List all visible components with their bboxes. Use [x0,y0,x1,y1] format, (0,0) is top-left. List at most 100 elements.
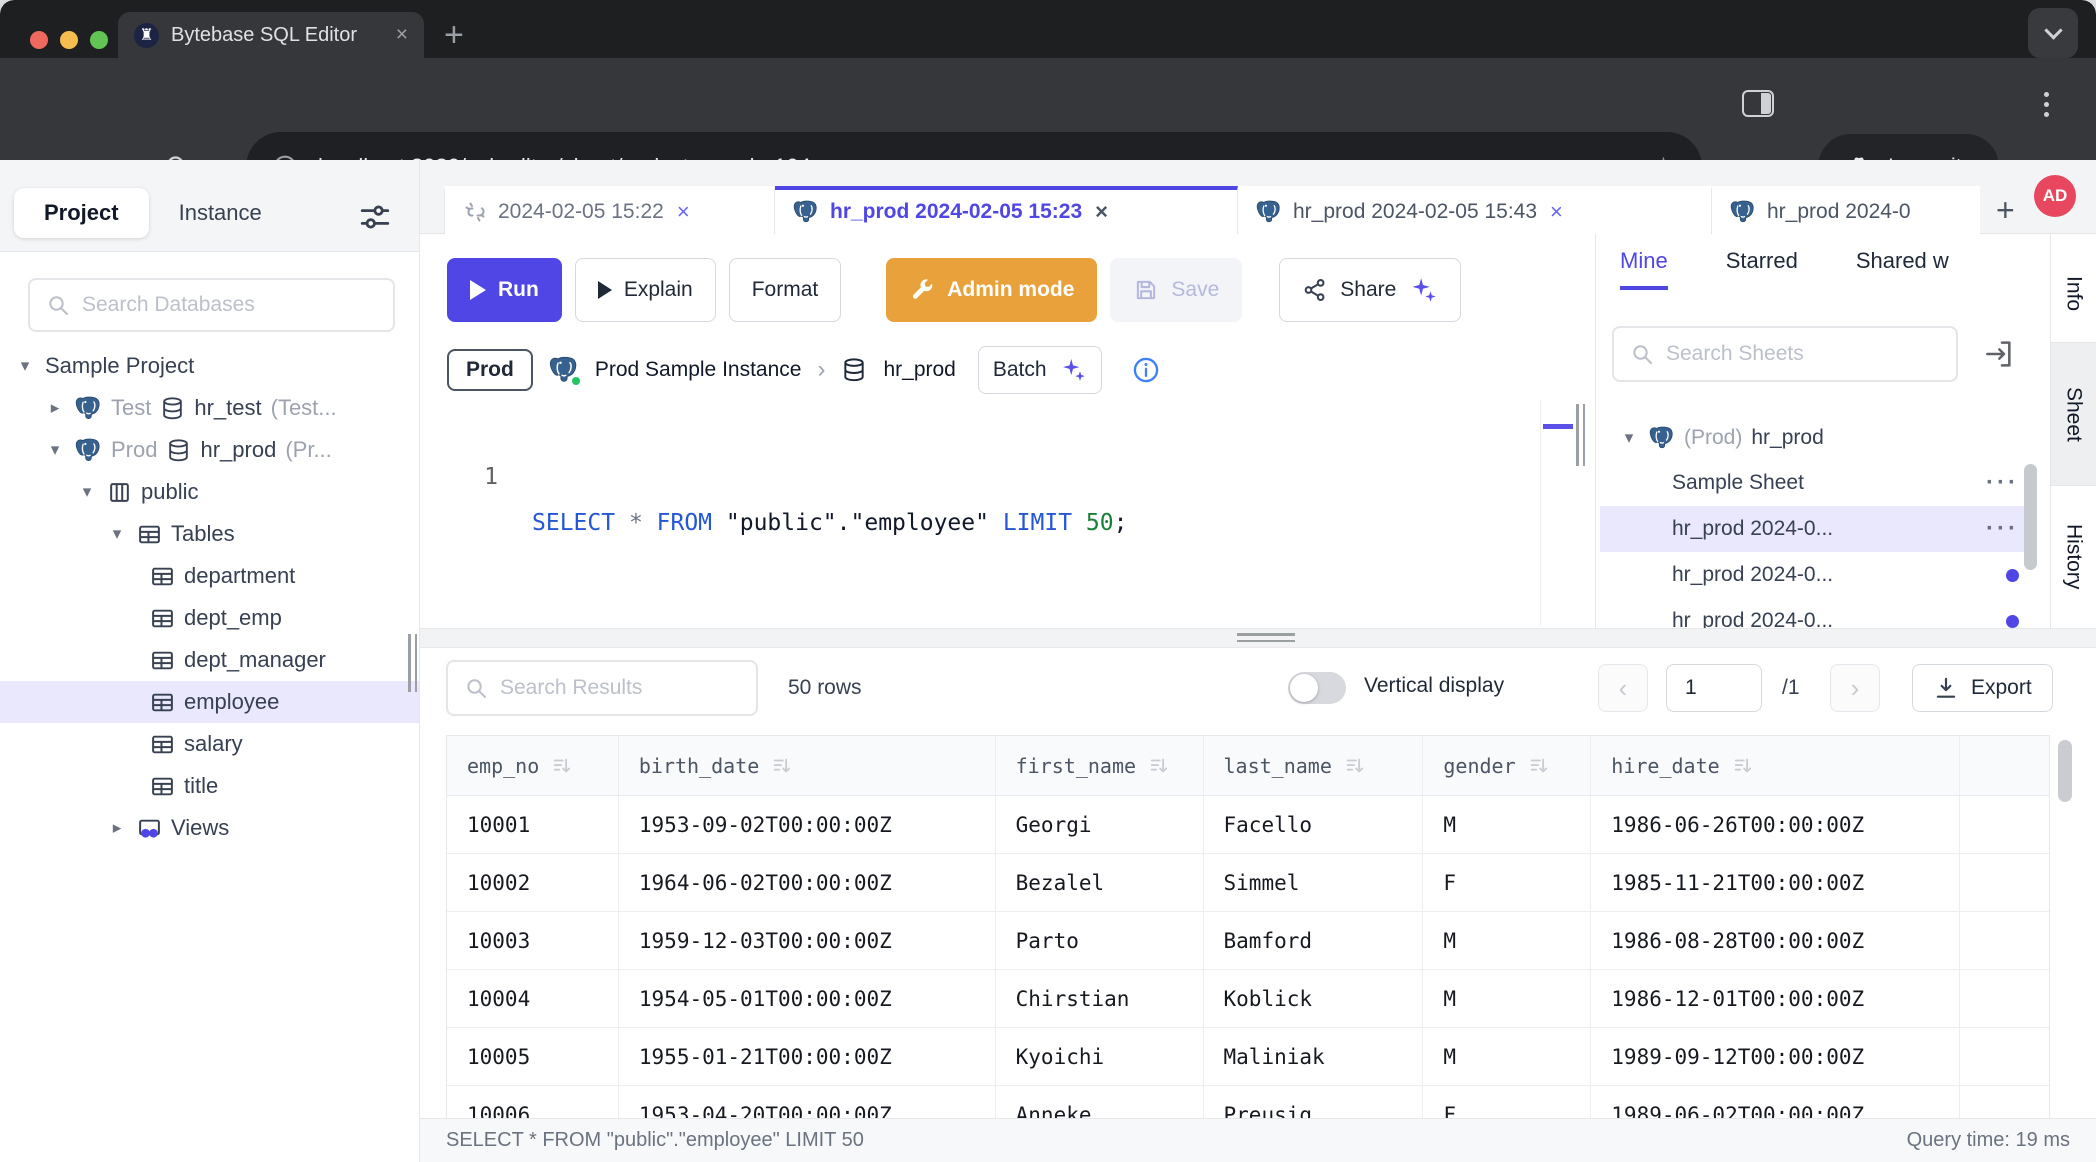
divider-drag-handle[interactable] [1237,633,1295,642]
more-menu-icon[interactable]: ··· [1986,478,2019,488]
sheet-search-input[interactable] [1666,342,1940,366]
right-side-strip: Info Sheet History [2050,234,2096,628]
chevron-down-icon: ▾ [106,524,128,544]
sheet-search[interactable] [1612,326,1958,382]
database-name[interactable]: hr_prod [883,358,955,382]
sheet-list: ▾ (Prod) hr_prod Sample Sheet ··· hr_pro… [1600,416,2037,628]
column-header-birth-date[interactable]: birth_date [619,736,996,795]
environment-badge[interactable]: Prod [447,349,533,391]
tree-item-department[interactable]: department [0,555,419,597]
sort-icon[interactable] [1148,755,1170,777]
export-button[interactable]: Export [1912,664,2053,712]
tab-sheet[interactable]: Sheet [2051,342,2096,486]
sheet-item-unsaved-2[interactable]: hr_prod 2024-0... [1600,598,2037,628]
tab-mine[interactable]: Mine [1620,248,1668,290]
browser-menu-button[interactable] [2044,92,2049,117]
batch-button[interactable]: Batch [978,346,1102,394]
sheet-tab-bar: 2024-02-05 15:22 × hr_prod 2024-02-05 15… [420,160,2096,234]
save-button[interactable]: Save [1110,258,1242,322]
next-page-button[interactable]: › [1830,664,1880,712]
sheet-tab-4[interactable]: hr_prod 2024-0 [1712,186,1980,234]
table-icon [150,732,175,757]
database-search[interactable] [28,278,395,332]
user-avatar[interactable]: AD [2034,175,2076,217]
close-icon[interactable]: × [677,199,690,225]
tree-item-schema-public[interactable]: ▾ public [0,471,419,513]
browser-tab-close-icon[interactable]: × [396,23,408,47]
instance-name[interactable]: Prod Sample Instance [595,358,802,382]
window-minimize-button[interactable] [60,31,78,49]
new-browser-tab-button[interactable]: + [444,16,464,55]
admin-mode-button[interactable]: Admin mode [886,258,1097,322]
prev-page-button[interactable]: ‹ [1598,664,1648,712]
tree-item-views[interactable]: ▸ Views [0,807,419,849]
tab-search-button[interactable] [2028,8,2078,58]
download-icon [1933,675,1959,701]
results-search[interactable] [446,660,758,716]
tab-instance[interactable]: Instance [149,188,292,238]
tab-project[interactable]: Project [14,188,149,238]
tab-shared[interactable]: Shared w [1856,248,1949,290]
browser-toolbar: ← → ⟳ localhost:8080/sql-editor/sheet/pr… [0,58,2096,160]
close-icon[interactable]: × [1550,199,1563,225]
sheet-tab-1[interactable]: 2024-02-05 15:22 × [444,186,775,234]
sql-statement[interactable]: SELECT * FROM "public"."employee" LIMIT … [532,500,1127,546]
close-icon[interactable]: × [1095,199,1108,225]
tree-item-tables[interactable]: ▾ Tables [0,513,419,555]
collapse-panel-icon[interactable] [1982,338,2014,370]
column-header-hire-date[interactable]: hire_date [1591,736,1960,795]
explain-button[interactable]: Explain [575,258,716,322]
tab-starred[interactable]: Starred [1726,248,1798,290]
sql-code-area[interactable]: 1 SELECT * FROM "public"."employee" LIMI… [420,408,1595,592]
vertical-display-toggle[interactable] [1288,672,1346,704]
table-row-clipped: 100061953-04-20T00:00:00ZAnnekePreusigF1… [447,1086,2049,1118]
column-header-last-name[interactable]: last_name [1204,736,1424,795]
sort-icon[interactable] [771,755,793,777]
panel-resize-handle[interactable] [1576,404,1585,466]
tab-history[interactable]: History [2051,486,2096,628]
window-close-button[interactable] [30,31,48,49]
tree-item-salary[interactable]: salary [0,723,419,765]
window-zoom-button[interactable] [90,31,108,49]
sheet-item-unsaved-1[interactable]: hr_prod 2024-0... [1600,552,2037,598]
sort-icon[interactable] [1344,755,1366,777]
tab-info[interactable]: Info [2051,246,2096,342]
more-menu-icon[interactable]: ··· [1986,524,2019,534]
tree-item-hr-prod[interactable]: ▾ Prod hr_prod (Pr... [0,429,419,471]
sheet-tab-3[interactable]: hr_prod 2024-02-05 15:43 × [1238,186,1712,234]
filter-sliders-icon[interactable] [358,200,392,234]
schema-icon [107,480,132,505]
chevron-down-icon: ▾ [76,482,98,502]
share-button[interactable]: Share [1279,258,1461,322]
sheet-item-current[interactable]: hr_prod 2024-0... ··· [1600,506,2037,552]
sheet-tab-2-active[interactable]: hr_prod 2024-02-05 15:23 × [775,186,1238,234]
column-header-first-name[interactable]: first_name [996,736,1204,795]
line-number: 1 [456,454,498,500]
sort-icon[interactable] [551,755,573,777]
ai-sparkles-icon [1408,275,1438,305]
page-number-input[interactable] [1666,664,1762,712]
column-header-gender[interactable]: gender [1423,736,1591,795]
sheet-item-sample-sheet[interactable]: Sample Sheet ··· [1600,460,2037,506]
database-search-input[interactable] [82,293,377,317]
sort-icon[interactable] [1732,755,1754,777]
side-panel-icon[interactable] [1742,90,1774,117]
format-button[interactable]: Format [729,258,842,322]
sidebar-resize-handle[interactable] [408,634,417,692]
tree-item-sample-project[interactable]: ▾ Sample Project [0,345,419,387]
new-sheet-button[interactable]: + [1980,192,2015,229]
tree-item-dept-emp[interactable]: dept_emp [0,597,419,639]
tree-item-dept-manager[interactable]: dept_manager [0,639,419,681]
tree-item-employee[interactable]: employee [0,681,419,723]
info-icon[interactable] [1132,356,1160,384]
sheet-group-hr-prod[interactable]: ▾ (Prod) hr_prod [1600,416,2037,460]
sort-icon[interactable] [1528,755,1550,777]
run-button[interactable]: Run [447,258,562,322]
tree-item-hr-test[interactable]: ▸ Test hr_test (Test... [0,387,419,429]
sheet-list-scrollbar[interactable] [2024,464,2037,570]
column-header-emp-no[interactable]: emp_no [447,736,619,795]
results-search-input[interactable] [500,676,740,700]
results-scrollbar[interactable] [2058,740,2072,802]
browser-tab[interactable]: ♜ Bytebase SQL Editor × [118,12,424,58]
tree-item-title[interactable]: title [0,765,419,807]
